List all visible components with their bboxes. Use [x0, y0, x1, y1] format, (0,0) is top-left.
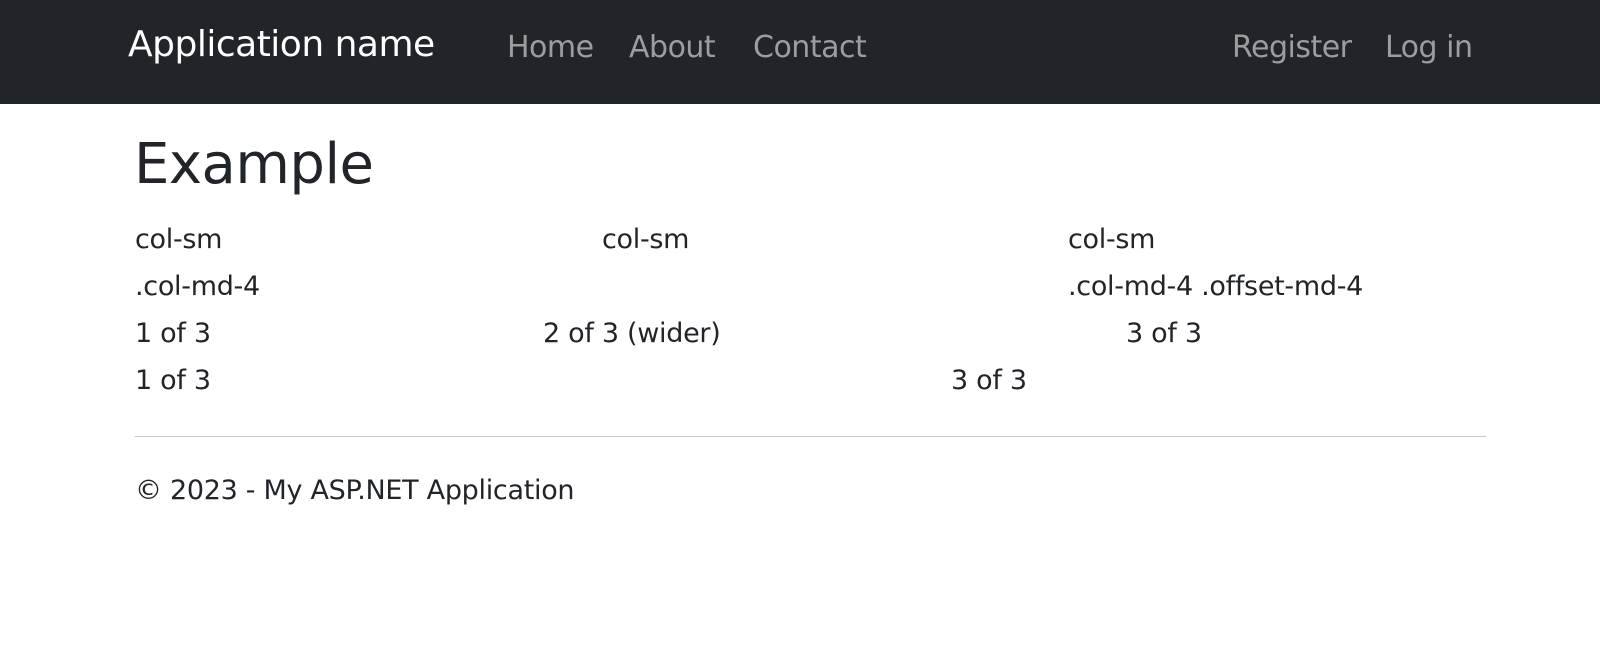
navbar: Application name Home About Contact Regi… [0, 0, 1600, 104]
grid-cell: col-sm [602, 224, 690, 255]
grid-cell: 1 of 3 [135, 365, 211, 396]
nav-login[interactable]: Log in [1385, 30, 1473, 65]
nav-register[interactable]: Register [1232, 30, 1352, 65]
nav-contact[interactable]: Contact [753, 30, 867, 65]
grid-cell: .col-md-4 .offset-md-4 [1068, 271, 1364, 302]
grid-cell: .col-md-4 [135, 271, 260, 302]
brand-link[interactable]: Application name [128, 24, 435, 65]
nav-about[interactable]: About [629, 30, 716, 65]
grid-cell: 2 of 3 (wider) [543, 318, 721, 349]
footer-copyright: © 2023 - My ASP.NET Application [135, 475, 575, 506]
grid-cell: col-sm [1068, 224, 1156, 255]
nav-home[interactable]: Home [507, 30, 594, 65]
grid-cell: col-sm [135, 224, 223, 255]
page-title: Example [134, 132, 374, 197]
grid-cell: 3 of 3 [951, 365, 1027, 396]
grid-cell: 1 of 3 [135, 318, 211, 349]
grid-cell: 3 of 3 [1126, 318, 1202, 349]
footer-divider [135, 436, 1486, 437]
